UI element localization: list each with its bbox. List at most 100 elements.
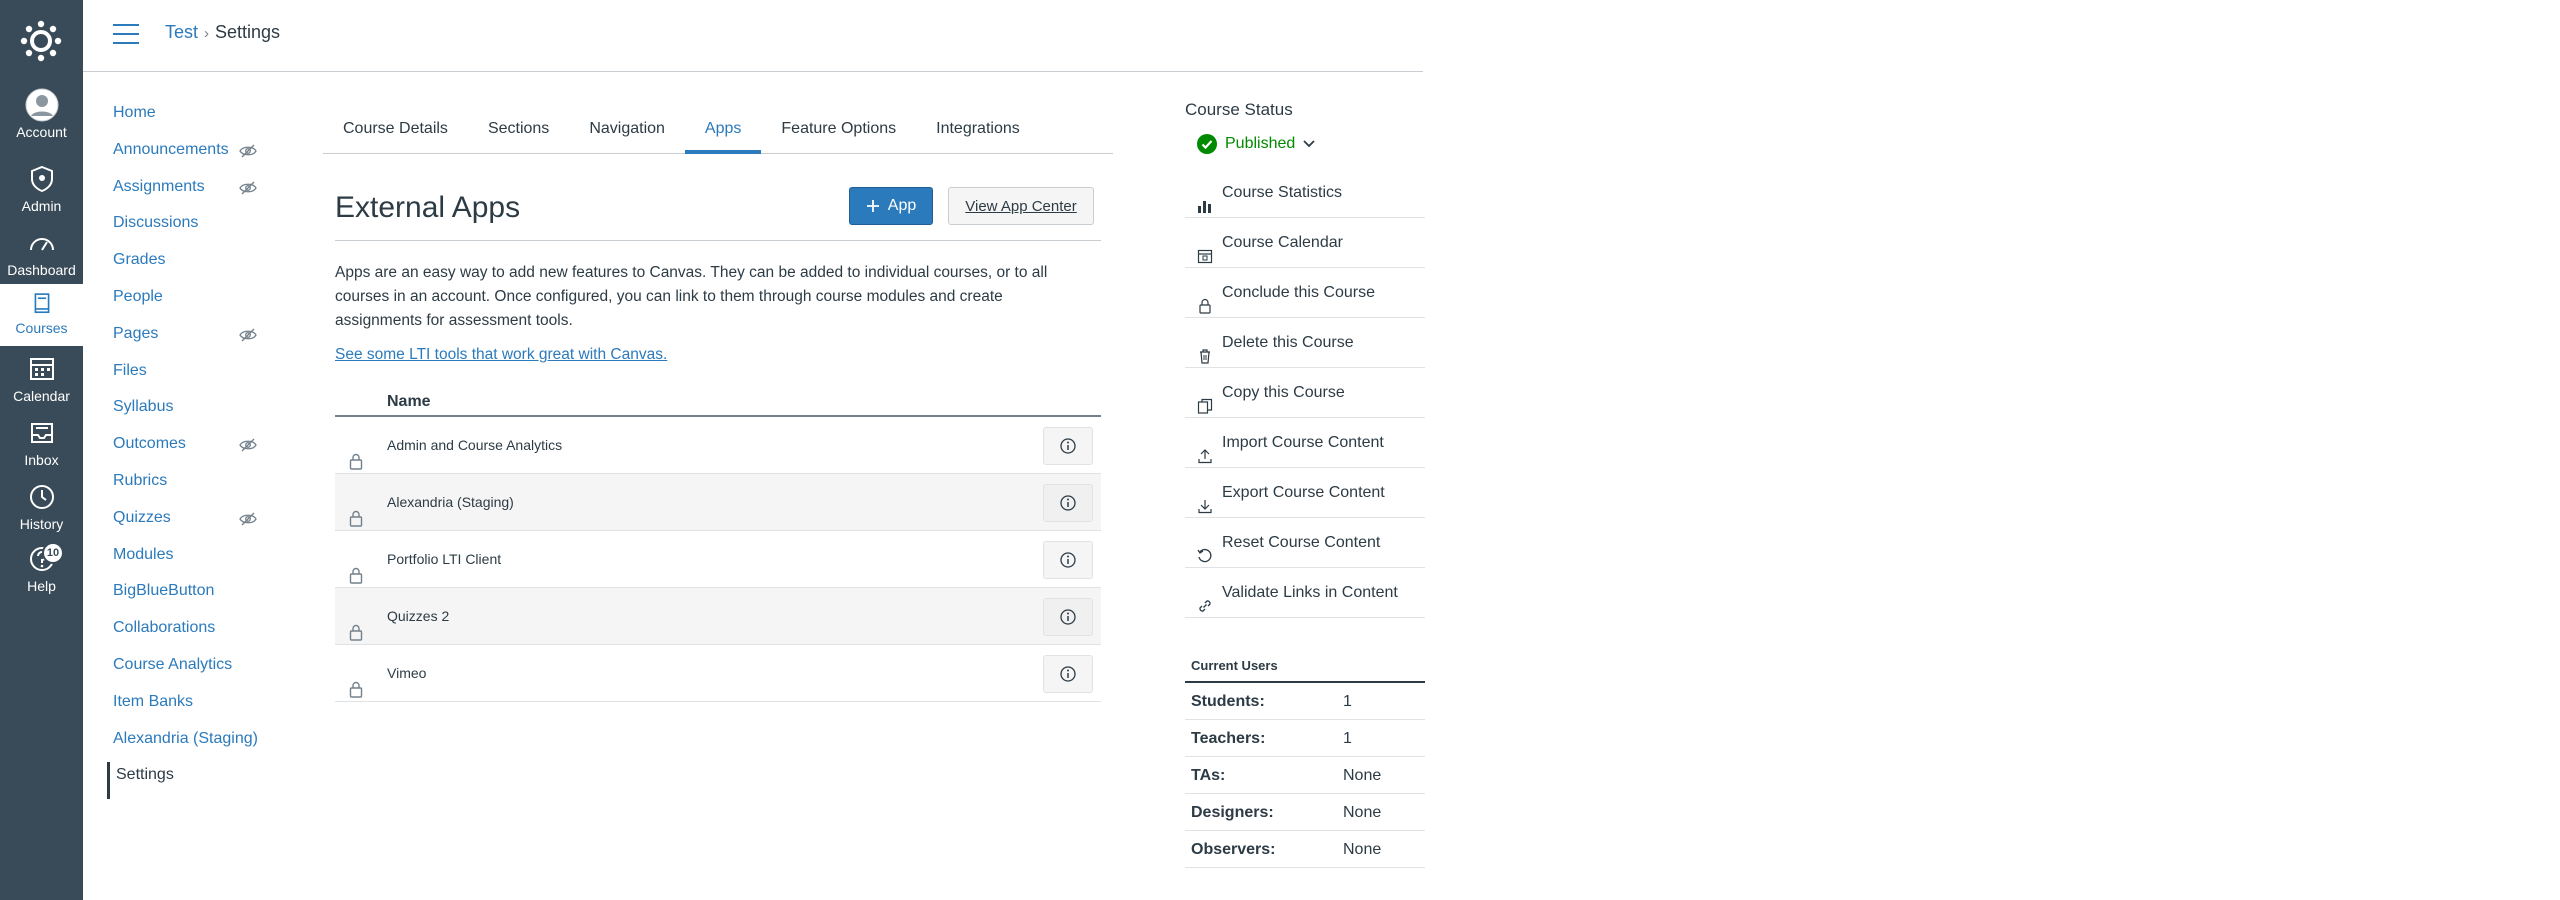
download-icon: [1197, 485, 1213, 514]
course-nav-item[interactable]: Syllabus: [107, 394, 277, 431]
course-nav-item[interactable]: Rubrics: [107, 468, 277, 505]
global-navigation: Account Admin Dashboard Courses Calendar…: [0, 0, 83, 900]
sidebar-action-conclude-this-course[interactable]: Conclude this Course: [1185, 268, 1425, 318]
sidebar-action-label: Copy this Course: [1222, 384, 1345, 401]
canvas-logo-icon[interactable]: [18, 18, 64, 64]
course-nav-item[interactable]: Outcomes: [107, 431, 277, 468]
course-actions: Course Statistics Course Calendar Conclude…: [1185, 168, 1425, 618]
lock-icon: [349, 665, 363, 698]
course-nav-item[interactable]: Files: [107, 358, 277, 395]
course-nav-item[interactable]: Pages: [107, 321, 277, 358]
publish-status-label: Published: [1225, 135, 1296, 152]
user-role-label: Students:: [1191, 693, 1265, 710]
course-nav-item[interactable]: Item Banks: [107, 689, 277, 726]
global-nav-calendar[interactable]: Calendar: [0, 352, 83, 414]
app-info-button[interactable]: [1043, 655, 1093, 693]
global-nav-inbox[interactable]: Inbox: [0, 416, 83, 478]
lti-tools-link[interactable]: See some LTI tools that work great with …: [335, 346, 667, 364]
sidebar-action-label: Conclude this Course: [1222, 284, 1375, 301]
course-nav-label: Modules: [113, 545, 174, 563]
breadcrumb-current: Settings: [215, 22, 281, 42]
tab-sections[interactable]: Sections: [468, 114, 569, 154]
tab-feature-options[interactable]: Feature Options: [761, 114, 916, 154]
course-nav-item[interactable]: Discussions: [107, 210, 277, 247]
apps-description: Apps are an easy way to add new features…: [335, 264, 1048, 329]
link-icon: [1197, 585, 1213, 612]
breadcrumb-course-link[interactable]: Test: [165, 22, 198, 42]
calendar-icon: [29, 358, 54, 380]
sidebar-action-delete-this-course[interactable]: Delete this Course: [1185, 318, 1425, 368]
course-nav-label: Outcomes: [113, 435, 186, 453]
lock-icon: [349, 494, 363, 527]
view-app-center-button[interactable]: View App Center: [948, 187, 1094, 225]
apps-table-body: Admin and Course Analytics Alexandria (St…: [335, 417, 1101, 702]
app-info-button[interactable]: [1043, 598, 1093, 636]
tab-navigation[interactable]: Navigation: [569, 114, 685, 154]
global-nav-dashboard[interactable]: Dashboard: [0, 226, 83, 288]
app-info-button[interactable]: [1043, 484, 1093, 522]
course-nav-item[interactable]: Modules: [107, 542, 277, 579]
publish-status-menu[interactable]: Published: [1185, 134, 1425, 154]
user-role-label: TAs:: [1191, 767, 1226, 784]
course-nav-label: Home: [113, 104, 156, 121]
tab-course-details[interactable]: Course Details: [323, 114, 468, 154]
current-users-title: Current Users: [1185, 658, 1425, 683]
course-nav-item[interactable]: BigBlueButton: [107, 578, 277, 615]
user-role-count: None: [1343, 841, 1382, 858]
app-name: Vimeo: [387, 665, 427, 681]
breadcrumb-separator: ›: [204, 25, 210, 42]
course-nav-item[interactable]: Quizzes: [107, 505, 277, 542]
lock-icon: [1197, 285, 1213, 314]
course-nav-label: Item Banks: [113, 692, 194, 710]
sidebar-action-export-course-content[interactable]: Export Course Content: [1185, 468, 1425, 518]
app-name: Admin and Course Analytics: [387, 437, 563, 453]
page-title: External Apps: [335, 191, 521, 224]
calendar-icon: [1197, 235, 1213, 264]
sidebar-action-import-course-content[interactable]: Import Course Content: [1185, 418, 1425, 468]
tab-apps[interactable]: Apps: [684, 114, 762, 154]
course-navigation: Home Announcements Assignments Discussions G…: [107, 100, 277, 800]
course-nav-item[interactable]: Alexandria (Staging): [107, 726, 277, 763]
course-nav-item[interactable]: Course Analytics: [107, 652, 277, 689]
course-nav-item[interactable]: Grades: [107, 247, 277, 284]
global-nav-courses[interactable]: Courses: [0, 284, 83, 346]
course-nav-label: Files: [113, 361, 147, 379]
user-count-row: Teachers: 1: [1185, 720, 1425, 757]
global-nav-account[interactable]: Account: [0, 88, 83, 150]
course-nav-item[interactable]: Assignments: [107, 174, 277, 211]
global-nav-history[interactable]: History: [0, 480, 83, 542]
global-nav-label: Courses: [15, 320, 68, 336]
course-nav-item[interactable]: People: [107, 284, 277, 321]
course-nav-item[interactable]: Announcements: [107, 137, 277, 174]
app-info-button[interactable]: [1043, 427, 1093, 465]
sidebar-action-reset-course-content[interactable]: Reset Course Content: [1185, 518, 1425, 568]
app-name: Quizzes 2: [387, 608, 450, 624]
course-nav-item[interactable]: Home: [107, 100, 277, 137]
tab-integrations[interactable]: Integrations: [916, 114, 1040, 154]
sidebar-action-course-calendar[interactable]: Course Calendar: [1185, 218, 1425, 268]
course-nav-item[interactable]: Settings: [107, 762, 277, 800]
course-menu-toggle-icon[interactable]: [113, 24, 139, 46]
global-nav-label: Calendar: [13, 388, 70, 404]
sidebar-action-course-statistics[interactable]: Course Statistics: [1185, 168, 1425, 218]
global-nav-help[interactable]: 10 Help: [0, 542, 83, 604]
reset-icon: [1197, 535, 1213, 563]
course-nav-item[interactable]: Collaborations: [107, 615, 277, 652]
info-icon: [1060, 609, 1076, 625]
course-nav-label: People: [113, 287, 163, 305]
add-app-button[interactable]: App: [849, 187, 933, 225]
course-nav-label: Course Analytics: [113, 655, 233, 673]
plus-icon: [866, 200, 879, 212]
course-nav-label: Alexandria (Staging): [113, 729, 258, 747]
table-row: Alexandria (Staging): [335, 474, 1101, 531]
app-info-button[interactable]: [1043, 541, 1093, 579]
global-nav-admin[interactable]: Admin: [0, 162, 83, 224]
help-notification-badge: 10: [42, 542, 64, 564]
sidebar-action-label: Export Course Content: [1222, 484, 1385, 501]
sidebar-action-validate-links-in-content[interactable]: Validate Links in Content: [1185, 568, 1425, 618]
apps-table-header: Name: [335, 387, 1101, 417]
sidebar-action-copy-this-course[interactable]: Copy this Course: [1185, 368, 1425, 418]
course-nav-label: Announcements: [113, 140, 229, 158]
sidebar-action-label: Delete this Course: [1222, 334, 1354, 351]
user-role-count: None: [1343, 767, 1382, 784]
